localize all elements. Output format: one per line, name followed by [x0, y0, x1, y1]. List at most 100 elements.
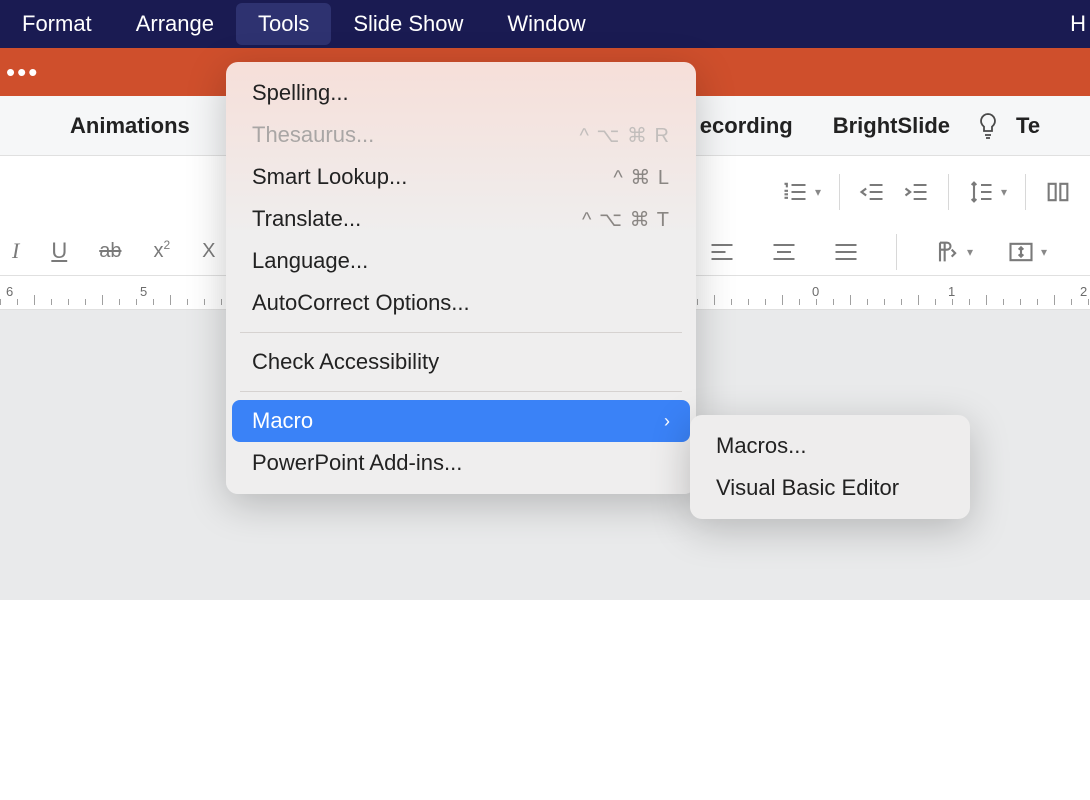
- line-spacing-button[interactable]: ▾: [959, 176, 1015, 208]
- italic-button[interactable]: I: [4, 234, 27, 268]
- menu-item-shortcut: ^ ⌥ ⌘ R: [579, 123, 670, 148]
- ruler-tick: [714, 295, 715, 305]
- menu-window[interactable]: Window: [485, 3, 607, 45]
- align-center-icon: [770, 240, 798, 264]
- ruler-label: 1: [948, 284, 955, 299]
- superscript-icon: x2: [153, 240, 170, 263]
- strikethrough-icon: ab: [99, 240, 121, 263]
- menu-item-label: Macro: [252, 408, 313, 434]
- text-direction-button[interactable]: ▾: [925, 236, 981, 268]
- ruler-tick: [136, 299, 137, 305]
- titlebar-dots-icon: •••: [0, 57, 39, 88]
- bottom-panel: [0, 600, 1090, 800]
- ruler-tick: [782, 295, 783, 305]
- align-left-button[interactable]: [700, 236, 744, 268]
- tab-brightslide[interactable]: BrightSlide: [813, 113, 970, 139]
- ruler-tick: [119, 299, 120, 305]
- chevron-down-icon: ▾: [1041, 245, 1047, 259]
- font-style-tools: I U ab x2 X: [4, 234, 224, 268]
- menu-slideshow[interactable]: Slide Show: [331, 3, 485, 45]
- ruler-tick: [918, 295, 919, 305]
- superscript-button[interactable]: x2: [145, 236, 178, 267]
- ruler-tick: [153, 299, 154, 305]
- ruler-tick: [901, 299, 902, 305]
- chevron-down-icon: ▾: [967, 245, 973, 259]
- paragraph-tools-row: ▾ ▾: [773, 174, 1080, 210]
- ruler-tick: [731, 299, 732, 305]
- menu-partial-right: H: [1070, 11, 1090, 37]
- underline-button[interactable]: U: [43, 234, 75, 268]
- ruler-tick: [51, 299, 52, 305]
- menu-item-spelling[interactable]: Spelling...: [226, 72, 696, 114]
- menu-item-macro[interactable]: Macro ›: [232, 400, 690, 442]
- ruler-tick: [697, 299, 698, 305]
- divider: [1025, 174, 1026, 210]
- ruler-tick: [1054, 295, 1055, 305]
- numbered-list-button[interactable]: ▾: [773, 176, 829, 208]
- divider: [896, 234, 897, 270]
- menu-item-shortcut: ^ ⌘ L: [613, 165, 670, 190]
- menu-arrange[interactable]: Arrange: [114, 3, 236, 45]
- strikethrough-button[interactable]: ab: [91, 236, 129, 267]
- menu-item-label: Translate...: [252, 206, 361, 232]
- ruler-tick: [170, 295, 171, 305]
- ruler-tick: [102, 295, 103, 305]
- ruler-tick: [748, 299, 749, 305]
- ruler-tick: [952, 299, 953, 305]
- menu-item-label: Visual Basic Editor: [716, 475, 899, 500]
- align-left-icon: [708, 240, 736, 264]
- menu-item-powerpoint-addins[interactable]: PowerPoint Add-ins...: [226, 442, 696, 484]
- align-text-button[interactable]: ▾: [999, 236, 1055, 268]
- numbered-list-icon: [781, 180, 809, 204]
- menu-item-label: AutoCorrect Options...: [252, 290, 470, 316]
- chevron-down-icon: ▾: [815, 185, 821, 199]
- ruler-tick: [1071, 299, 1072, 305]
- ruler-tick: [1020, 299, 1021, 305]
- lightbulb-icon: [970, 111, 1006, 141]
- menu-item-label: Spelling...: [252, 80, 349, 106]
- menu-tools[interactable]: Tools: [236, 3, 331, 45]
- menu-item-label: Language...: [252, 248, 368, 274]
- menu-item-language[interactable]: Language...: [226, 240, 696, 282]
- partial-x-icon: X: [202, 240, 215, 263]
- tab-recording-partial[interactable]: ecording: [680, 113, 813, 139]
- menu-item-label: Check Accessibility: [252, 349, 439, 375]
- text-direction-icon: [933, 240, 961, 264]
- ruler-tick: [17, 299, 18, 305]
- menu-item-label: Smart Lookup...: [252, 164, 407, 190]
- menu-item-label: Macros...: [716, 433, 806, 458]
- ruler-label: 6: [6, 284, 13, 299]
- ruler-tick: [1003, 299, 1004, 305]
- menu-item-accessibility[interactable]: Check Accessibility: [226, 341, 696, 383]
- menu-format[interactable]: Format: [0, 3, 114, 45]
- menu-item-translate[interactable]: Translate... ^ ⌥ ⌘ T: [226, 198, 696, 240]
- align-justify-button[interactable]: [824, 236, 868, 268]
- ruler-label: 0: [812, 284, 819, 299]
- columns-button[interactable]: [1036, 176, 1080, 208]
- text-box-align-icon: [1007, 240, 1035, 264]
- ruler-tick: [34, 295, 35, 305]
- ruler-tick: [765, 299, 766, 305]
- menu-item-smart-lookup[interactable]: Smart Lookup... ^ ⌘ L: [226, 156, 696, 198]
- ruler-tick: [935, 299, 936, 305]
- increase-indent-button[interactable]: [894, 176, 938, 208]
- ruler-tick: [986, 295, 987, 305]
- align-justify-icon: [832, 240, 860, 264]
- menu-item-shortcut: ^ ⌥ ⌘ T: [582, 207, 670, 232]
- ruler-tick: [204, 299, 205, 305]
- decrease-indent-button[interactable]: [850, 176, 894, 208]
- submenu-item-vbe[interactable]: Visual Basic Editor: [690, 467, 970, 509]
- align-center-button[interactable]: [762, 236, 806, 268]
- columns-icon: [1044, 180, 1072, 204]
- ruler-tick: [68, 299, 69, 305]
- menu-item-label: Thesaurus...: [252, 122, 374, 148]
- menu-item-autocorrect[interactable]: AutoCorrect Options...: [226, 282, 696, 324]
- partial-button[interactable]: X: [194, 236, 223, 267]
- chevron-down-icon: ▾: [1001, 185, 1007, 199]
- ruler-tick: [833, 299, 834, 305]
- tab-animations[interactable]: Animations: [50, 113, 210, 139]
- tab-tellme-partial[interactable]: Te: [1006, 113, 1060, 139]
- italic-icon: I: [12, 238, 19, 264]
- ruler-tick: [1037, 299, 1038, 305]
- submenu-item-macros[interactable]: Macros...: [690, 425, 970, 467]
